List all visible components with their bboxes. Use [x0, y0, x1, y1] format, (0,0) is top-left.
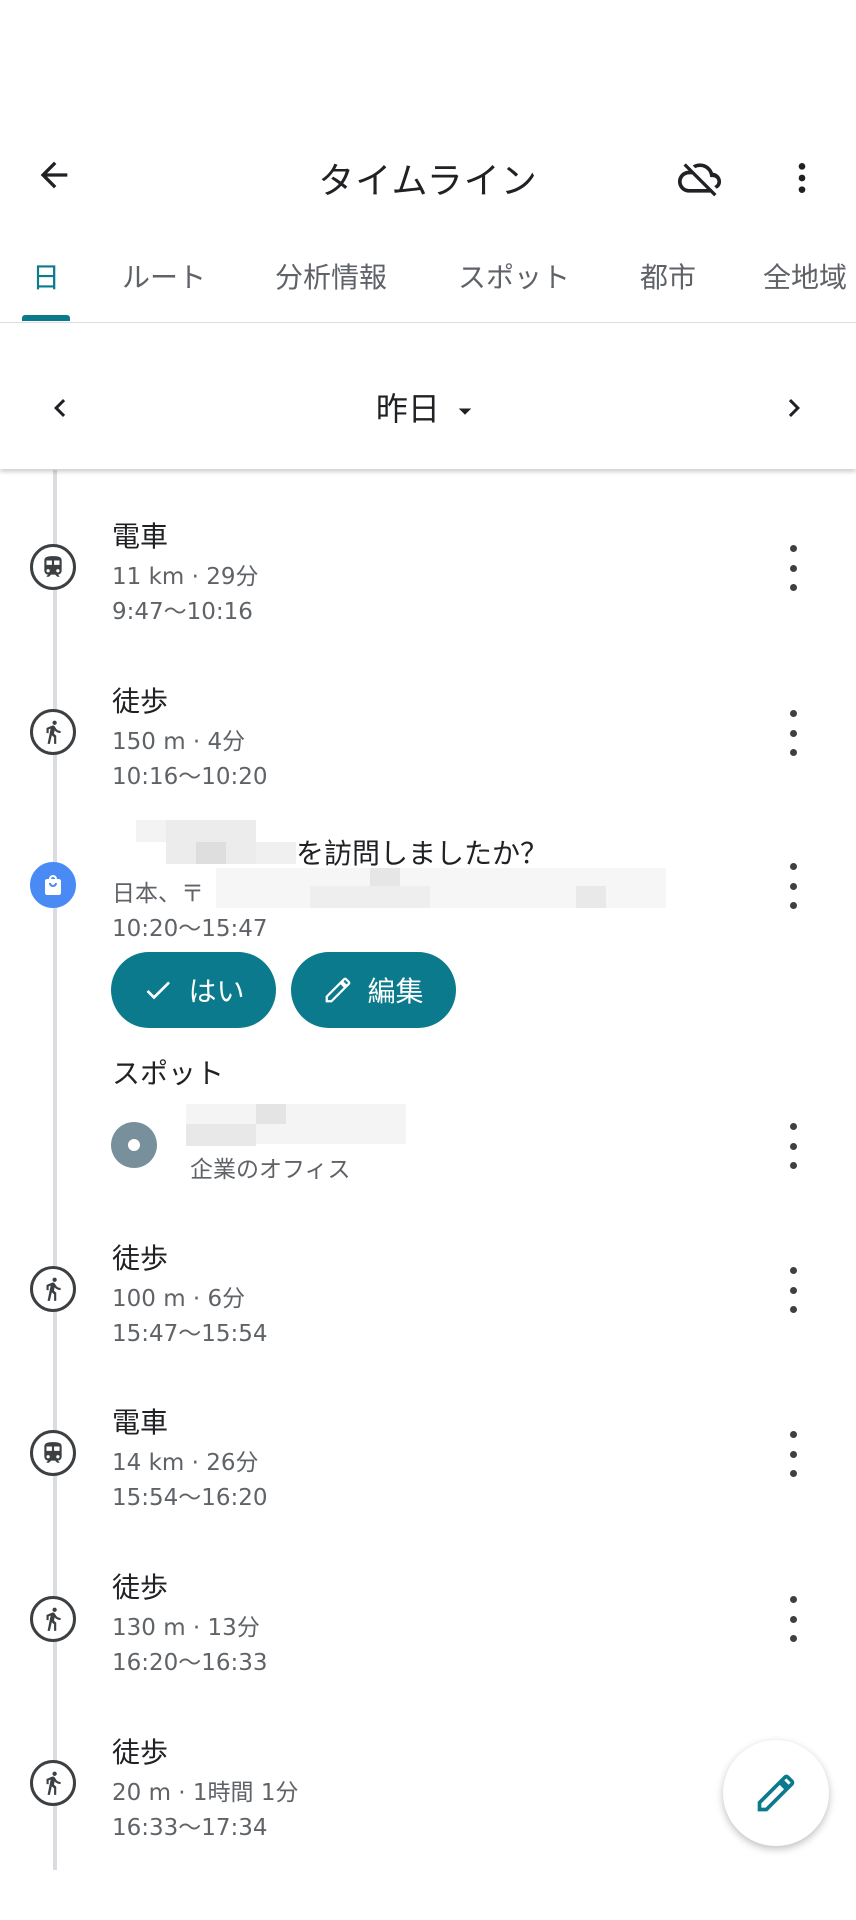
walk-icon	[30, 1266, 76, 1312]
activity-distance: 14 km · 26分	[112, 1450, 259, 1476]
edit-label: 編集	[367, 975, 424, 1008]
tab-bar: 日 ルート 分析情報 スポット 都市 全地域	[0, 240, 856, 323]
item-more-button[interactable]	[778, 1431, 808, 1477]
chevron-right-icon	[788, 399, 800, 417]
activity-title: 徒歩	[112, 685, 169, 718]
item-more-button[interactable]	[778, 710, 808, 756]
spot-more-button[interactable]	[778, 1123, 808, 1169]
tab-cities[interactable]: 都市	[640, 256, 696, 296]
activity-distance: 11 km · 29分	[112, 564, 259, 590]
item-more-button[interactable]	[778, 1267, 808, 1313]
redacted-spot-name	[256, 1104, 286, 1124]
shopping-bag-icon	[30, 862, 76, 908]
spot-category: 企業のオフィス	[190, 1157, 351, 1183]
date-selector[interactable]: 昨日	[0, 384, 856, 430]
tab-route[interactable]: ルート	[122, 256, 206, 296]
redacted-place-name	[256, 842, 296, 864]
visit-question: を訪問しましたか？	[296, 837, 549, 870]
activity-time: 15:47〜15:54	[112, 1321, 268, 1347]
place-dot-icon	[111, 1122, 157, 1168]
activity-distance: 20 m · 1時間 1分	[112, 1780, 299, 1806]
edit-pencil-icon	[757, 1774, 795, 1812]
activity-title: 電車	[112, 1406, 169, 1439]
redacted-place-name	[136, 820, 166, 842]
cloud-status-button[interactable]	[668, 146, 732, 210]
more-options-button[interactable]	[770, 146, 834, 210]
activity-title: 徒歩	[112, 1736, 169, 1769]
confirm-label: はい	[188, 975, 245, 1008]
activity-time: 16:20〜16:33	[112, 1650, 268, 1676]
spots-heading: スポット	[112, 1057, 225, 1090]
activity-distance: 130 m · 13分	[112, 1615, 260, 1641]
tab-day[interactable]: 日	[32, 256, 60, 296]
walk-icon	[30, 1596, 76, 1642]
visit-address: 日本、〒	[112, 881, 204, 907]
tab-all-regions[interactable]: 全地域	[763, 256, 847, 296]
next-day-button[interactable]	[762, 376, 826, 440]
item-more-button[interactable]	[778, 863, 808, 909]
tab-spots[interactable]: スポット	[458, 256, 570, 296]
edit-visit-button[interactable]: 編集	[291, 952, 456, 1028]
redacted-address	[310, 886, 430, 908]
activity-time: 10:16〜10:20	[112, 764, 268, 790]
activity-distance: 150 m · 4分	[112, 729, 246, 755]
train-icon	[30, 1430, 76, 1476]
confirm-visit-button[interactable]: はい	[111, 952, 276, 1028]
activity-distance: 100 m · 6分	[112, 1286, 246, 1312]
redacted-spot-name	[186, 1124, 256, 1146]
arrow-drop-down-icon	[458, 408, 472, 415]
date-label: 昨日	[375, 390, 440, 428]
activity-title: 電車	[112, 520, 169, 553]
check-icon	[147, 981, 171, 1000]
train-icon	[30, 544, 76, 590]
item-more-button[interactable]	[778, 545, 808, 591]
more-vert-icon	[798, 163, 806, 193]
visit-time: 10:20〜15:47	[112, 916, 268, 942]
walk-icon	[30, 709, 76, 755]
activity-time: 16:33〜17:34	[112, 1815, 268, 1841]
activity-time: 15:54〜16:20	[112, 1485, 268, 1511]
activity-title: 徒歩	[112, 1242, 169, 1275]
item-more-button[interactable]	[778, 1596, 808, 1642]
timeline-line	[53, 470, 57, 1870]
tab-insights[interactable]: 分析情報	[275, 256, 387, 296]
activity-time: 9:47〜10:16	[112, 599, 253, 625]
edit-pencil-icon	[326, 977, 351, 1003]
edit-fab-button[interactable]	[723, 1740, 829, 1846]
tab-indicator	[22, 315, 70, 321]
redacted-address	[370, 868, 400, 886]
redacted-address	[576, 886, 606, 908]
redacted-place-name	[196, 842, 226, 864]
activity-title: 徒歩	[112, 1571, 169, 1604]
cloud-off-icon	[678, 163, 722, 197]
walk-icon	[30, 1760, 76, 1806]
